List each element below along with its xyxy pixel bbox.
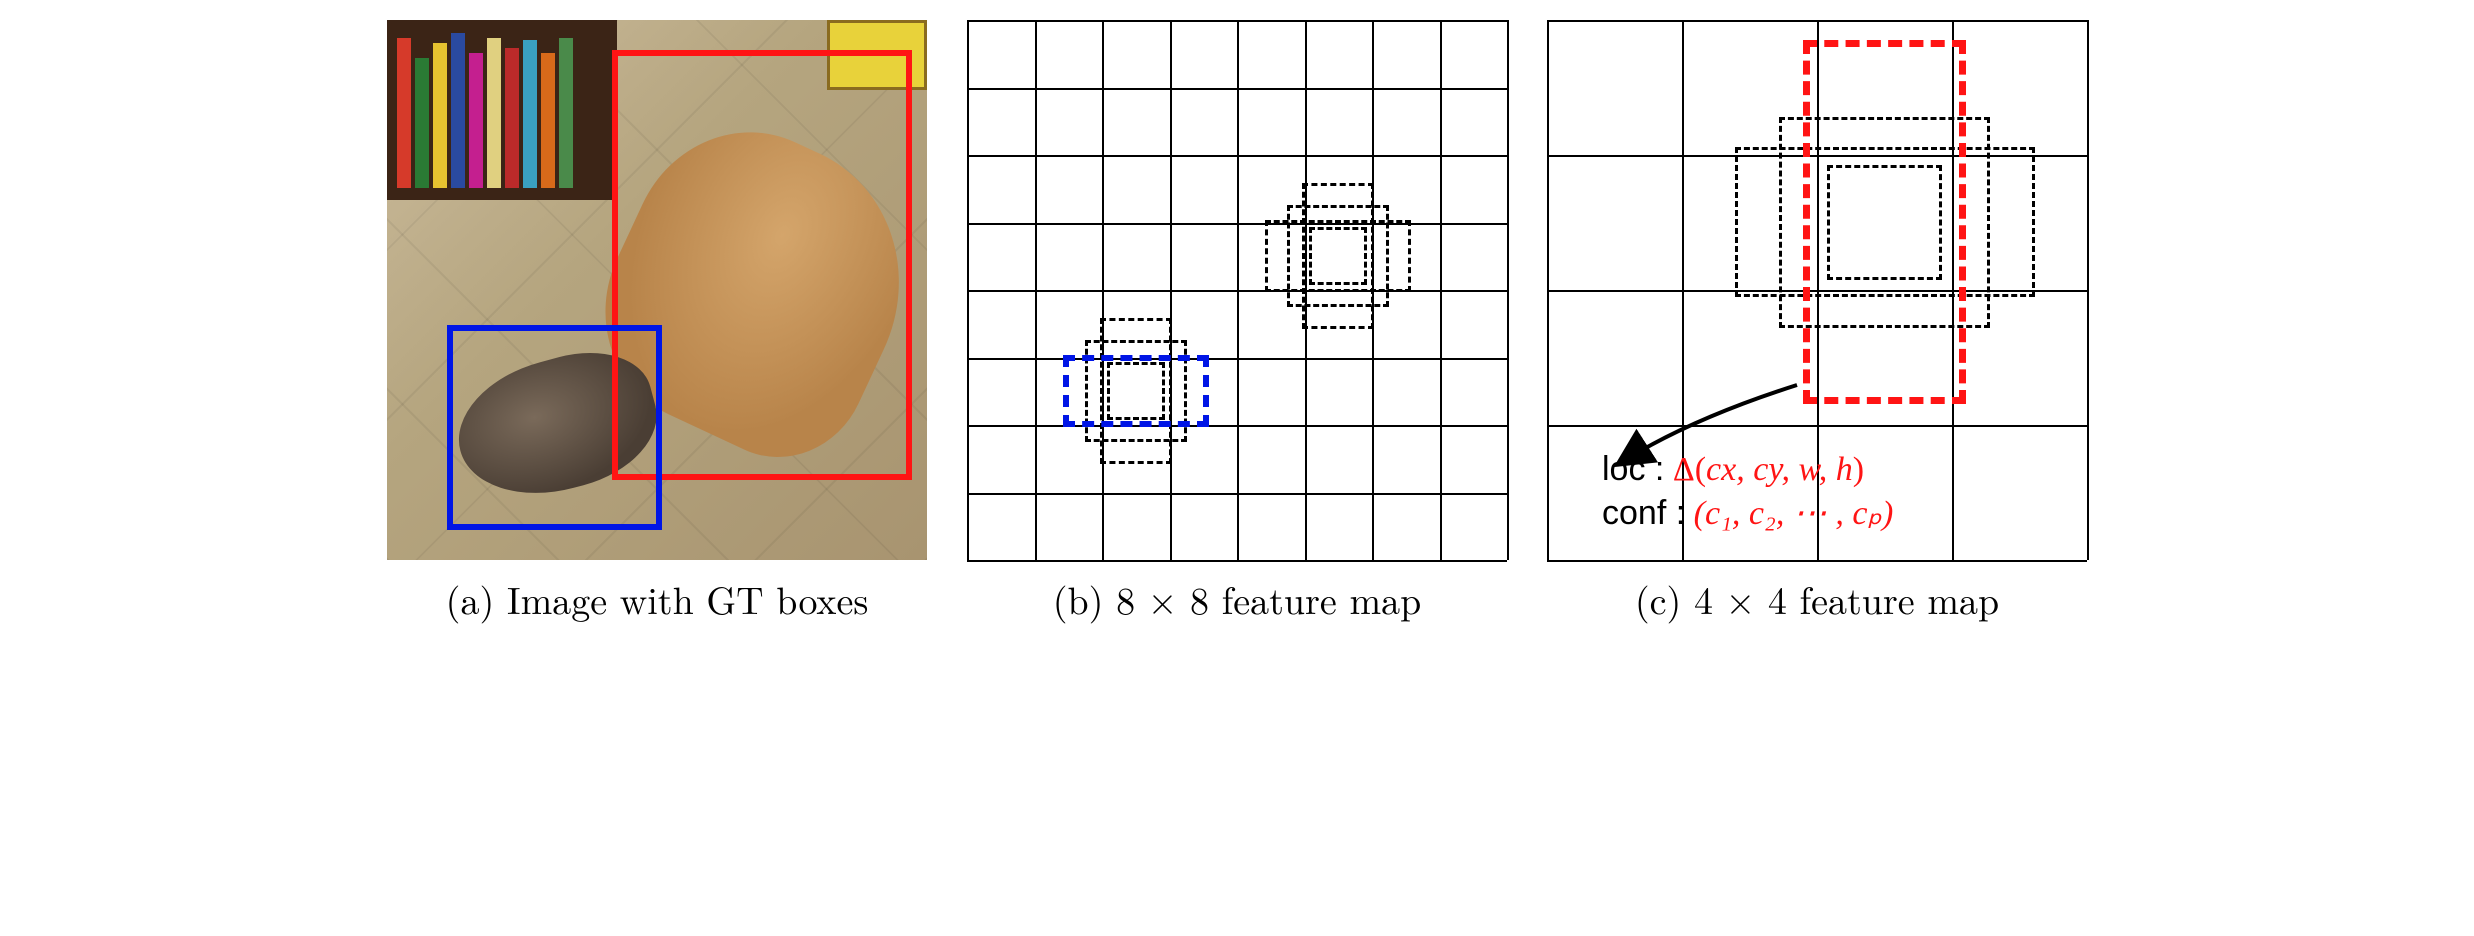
conf-label: conf : (1602, 494, 1685, 532)
grid-line (2087, 20, 2089, 560)
grid-line (1547, 560, 2087, 562)
book (433, 43, 447, 188)
loc-label: loc : (1602, 450, 1664, 488)
feature-map-8x8 (967, 20, 1507, 560)
loc-line: loc : Δ(cx, cy, w, h) (1602, 448, 1893, 492)
anchor-box (1265, 220, 1411, 292)
panel-b: (b) 8 × 8 feature map (967, 20, 1507, 626)
book (505, 48, 519, 188)
conf-line: conf : (c₁, c₂, ⋯ , cₚ) (1602, 492, 1893, 536)
grid-line (967, 560, 1507, 562)
grid-line (1547, 425, 2087, 427)
grid-line (967, 290, 1507, 292)
panel-a: (a) Image with GT boxes (387, 20, 927, 626)
caption-c: (c) 4 × 4 feature map (1635, 572, 1999, 626)
loc-value: Δ(cx, cy, w, h) (1673, 451, 1864, 488)
anchor-box-matched-dog (1803, 40, 1966, 404)
book (487, 38, 501, 188)
book (451, 33, 465, 188)
grid-line (1440, 20, 1442, 560)
bookshelf (387, 20, 617, 200)
caption-b: (b) 8 × 8 feature map (1053, 572, 1422, 626)
conf-value: (c₁, c₂, ⋯ , cₚ) (1694, 495, 1894, 532)
gt-box-cat (447, 325, 662, 530)
box-output-annotation: loc : Δ(cx, cy, w, h) conf : (c₁, c₂, ⋯ … (1602, 448, 1893, 535)
ssd-framework-figure: (a) Image with GT boxes (b) 8 × 8 featur… (387, 20, 2087, 626)
grid-line (967, 425, 1507, 427)
book (541, 53, 555, 188)
book (523, 40, 537, 188)
book (469, 53, 483, 188)
grid-line (967, 358, 1507, 360)
book (397, 38, 411, 188)
panel-c: loc : Δ(cx, cy, w, h) conf : (c₁, c₂, ⋯ … (1547, 20, 2087, 626)
image-with-gt-boxes (387, 20, 927, 560)
book (415, 58, 429, 188)
caption-a: (a) Image with GT boxes (446, 572, 869, 626)
feature-map-4x4: loc : Δ(cx, cy, w, h) conf : (c₁, c₂, ⋯ … (1547, 20, 2087, 560)
grid-line (967, 493, 1507, 495)
book (559, 38, 573, 188)
anchor-box-matched-cat (1063, 355, 1209, 427)
grid-line (1507, 20, 1509, 560)
